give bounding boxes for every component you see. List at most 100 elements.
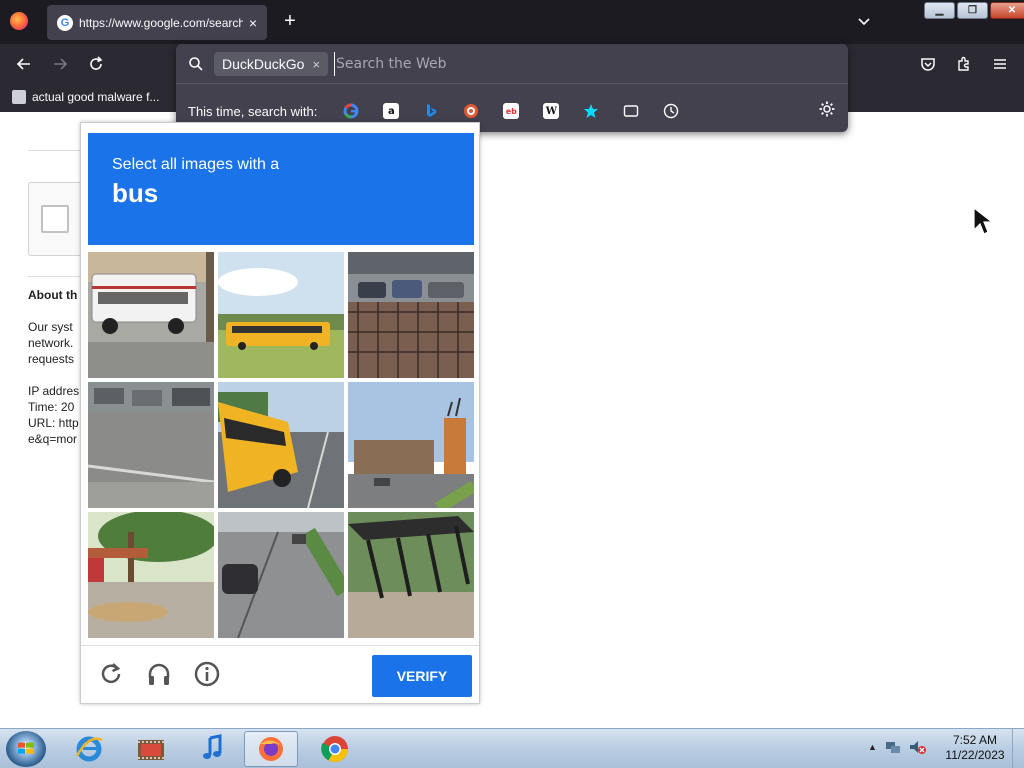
engine-chip-remove-button[interactable]: × bbox=[312, 57, 320, 72]
music-note-icon bbox=[203, 734, 222, 759]
restore-button[interactable]: ❐ bbox=[957, 2, 988, 19]
search-icon bbox=[189, 57, 203, 71]
challenge-target: bus bbox=[112, 178, 159, 208]
forward-arrow-icon[interactable] bbox=[51, 55, 69, 73]
bing-engine-button[interactable] bbox=[411, 100, 451, 122]
windows-logo-icon bbox=[18, 742, 34, 754]
google-engine-button[interactable] bbox=[331, 100, 371, 122]
page-text-line: e&q=mor bbox=[28, 432, 78, 446]
taskbar-clock[interactable]: 7:52 AM 11/22/2023 bbox=[940, 733, 1010, 763]
image-tile-6[interactable] bbox=[348, 382, 474, 508]
start-button[interactable] bbox=[6, 731, 46, 767]
wikipedia-icon: W bbox=[543, 103, 560, 119]
about-heading: About th bbox=[28, 288, 78, 302]
wikipedia-engine-button[interactable]: W bbox=[531, 100, 571, 122]
google-favicon-icon: G bbox=[57, 14, 73, 31]
tab-icon bbox=[624, 105, 639, 117]
tab-google-search[interactable]: G https://www.google.com/search?q= × bbox=[47, 5, 267, 40]
new-tab-button[interactable]: + bbox=[280, 10, 300, 33]
show-desktop-button[interactable] bbox=[1012, 729, 1024, 768]
bookmark-item[interactable]: actual good malware f... bbox=[12, 90, 159, 104]
bookmark-label: actual good malware f... bbox=[32, 90, 160, 104]
history-search-button[interactable] bbox=[651, 100, 691, 122]
taskbar-firefox[interactable] bbox=[244, 731, 298, 767]
mouse-cursor-icon bbox=[973, 206, 994, 235]
clock-date: 11/22/2023 bbox=[945, 748, 1005, 762]
extensions-icon[interactable] bbox=[955, 55, 973, 73]
clock-icon bbox=[664, 103, 679, 119]
bookmarks-search-button[interactable] bbox=[571, 100, 611, 122]
reload-icon[interactable] bbox=[87, 55, 105, 73]
image-grid bbox=[88, 252, 474, 638]
taskbar-chrome[interactable] bbox=[308, 731, 362, 767]
window-controls: ▁ ❐ ✕ bbox=[924, 2, 1024, 19]
image-tile-7[interactable] bbox=[88, 512, 214, 638]
info-icon[interactable] bbox=[193, 660, 221, 688]
one-off-search-row: This time, search with: a eb W bbox=[188, 100, 691, 122]
tab-strip: G https://www.google.com/search?q= × + ▁… bbox=[0, 0, 1024, 44]
tab-title: https://www.google.com/search?q= bbox=[78, 15, 243, 30]
image-tile-5[interactable] bbox=[218, 382, 344, 508]
duckduckgo-engine-button[interactable] bbox=[451, 100, 491, 122]
recaptcha-anchor-box bbox=[28, 182, 84, 256]
firefox-menu-icon[interactable] bbox=[10, 12, 28, 30]
tab-close-button[interactable]: × bbox=[249, 15, 257, 31]
pocket-icon[interactable] bbox=[919, 55, 937, 73]
system-tray: ▲ bbox=[868, 739, 927, 755]
search-engine-chip[interactable]: DuckDuckGo × bbox=[214, 52, 329, 76]
network-icon[interactable] bbox=[885, 739, 901, 755]
amazon-icon: a bbox=[383, 103, 400, 119]
tabs-search-button[interactable] bbox=[611, 100, 651, 122]
url-search-input[interactable] bbox=[334, 52, 834, 76]
ebay-icon: eb bbox=[503, 103, 520, 119]
film-strip-icon bbox=[138, 740, 164, 760]
google-icon bbox=[343, 103, 359, 119]
firefox-icon bbox=[259, 737, 283, 761]
taskbar-music-app[interactable] bbox=[186, 731, 240, 767]
gear-icon[interactable] bbox=[818, 100, 836, 118]
close-window-button[interactable]: ✕ bbox=[990, 2, 1024, 19]
urlbar-input-row: DuckDuckGo × bbox=[176, 44, 848, 84]
ebay-engine-button[interactable]: eb bbox=[491, 100, 531, 122]
chrome-icon bbox=[321, 736, 349, 763]
image-tile-2[interactable] bbox=[218, 252, 344, 378]
minimize-button[interactable]: ▁ bbox=[924, 2, 955, 19]
image-tile-9[interactable] bbox=[348, 512, 474, 638]
engine-chip-label: DuckDuckGo bbox=[222, 56, 305, 72]
page-text-line: Time: 20 bbox=[28, 400, 75, 414]
urlbar-dropdown: DuckDuckGo × This time, search with: a bbox=[176, 44, 848, 132]
page-text-line: requests bbox=[28, 352, 75, 366]
bing-icon bbox=[427, 104, 437, 117]
page-text-line: URL: http bbox=[28, 416, 79, 430]
divider bbox=[28, 276, 88, 277]
taskbar-media-app[interactable] bbox=[124, 731, 178, 767]
bookmark-favicon-icon bbox=[12, 90, 26, 104]
page-text-line: IP addres bbox=[28, 384, 80, 398]
page-text-line: network. bbox=[28, 336, 74, 350]
volume-muted-icon[interactable] bbox=[909, 739, 927, 755]
show-hidden-icons-icon[interactable]: ▲ bbox=[868, 742, 877, 752]
taskbar-internet-explorer[interactable] bbox=[62, 731, 116, 767]
duckduckgo-icon bbox=[464, 104, 479, 118]
list-all-tabs-icon[interactable] bbox=[856, 13, 872, 29]
divider bbox=[28, 150, 88, 151]
windows-taskbar: ▲ 7:52 AM 11/22/2023 bbox=[0, 728, 1024, 768]
page-text-line: Our syst bbox=[28, 320, 73, 334]
refresh-icon[interactable] bbox=[97, 660, 125, 688]
challenge-instruction: Select all images with a bbox=[112, 156, 280, 173]
im-not-a-robot-checkbox[interactable] bbox=[41, 205, 69, 233]
hamburger-menu-icon[interactable] bbox=[991, 55, 1009, 73]
star-icon bbox=[584, 104, 599, 118]
image-tile-8[interactable] bbox=[218, 512, 344, 638]
image-tile-4[interactable] bbox=[88, 382, 214, 508]
back-arrow-icon[interactable] bbox=[15, 55, 33, 73]
amazon-engine-button[interactable]: a bbox=[371, 100, 411, 122]
internet-explorer-icon bbox=[75, 736, 103, 762]
image-tile-1[interactable] bbox=[88, 252, 214, 378]
image-tile-3[interactable] bbox=[348, 252, 474, 378]
clock-time: 7:52 AM bbox=[952, 733, 998, 747]
headphones-icon[interactable] bbox=[145, 660, 173, 688]
challenge-header: Select all images with a bus bbox=[88, 133, 474, 245]
search-with-label: This time, search with: bbox=[188, 103, 318, 119]
verify-button[interactable]: VERIFY bbox=[372, 655, 472, 697]
